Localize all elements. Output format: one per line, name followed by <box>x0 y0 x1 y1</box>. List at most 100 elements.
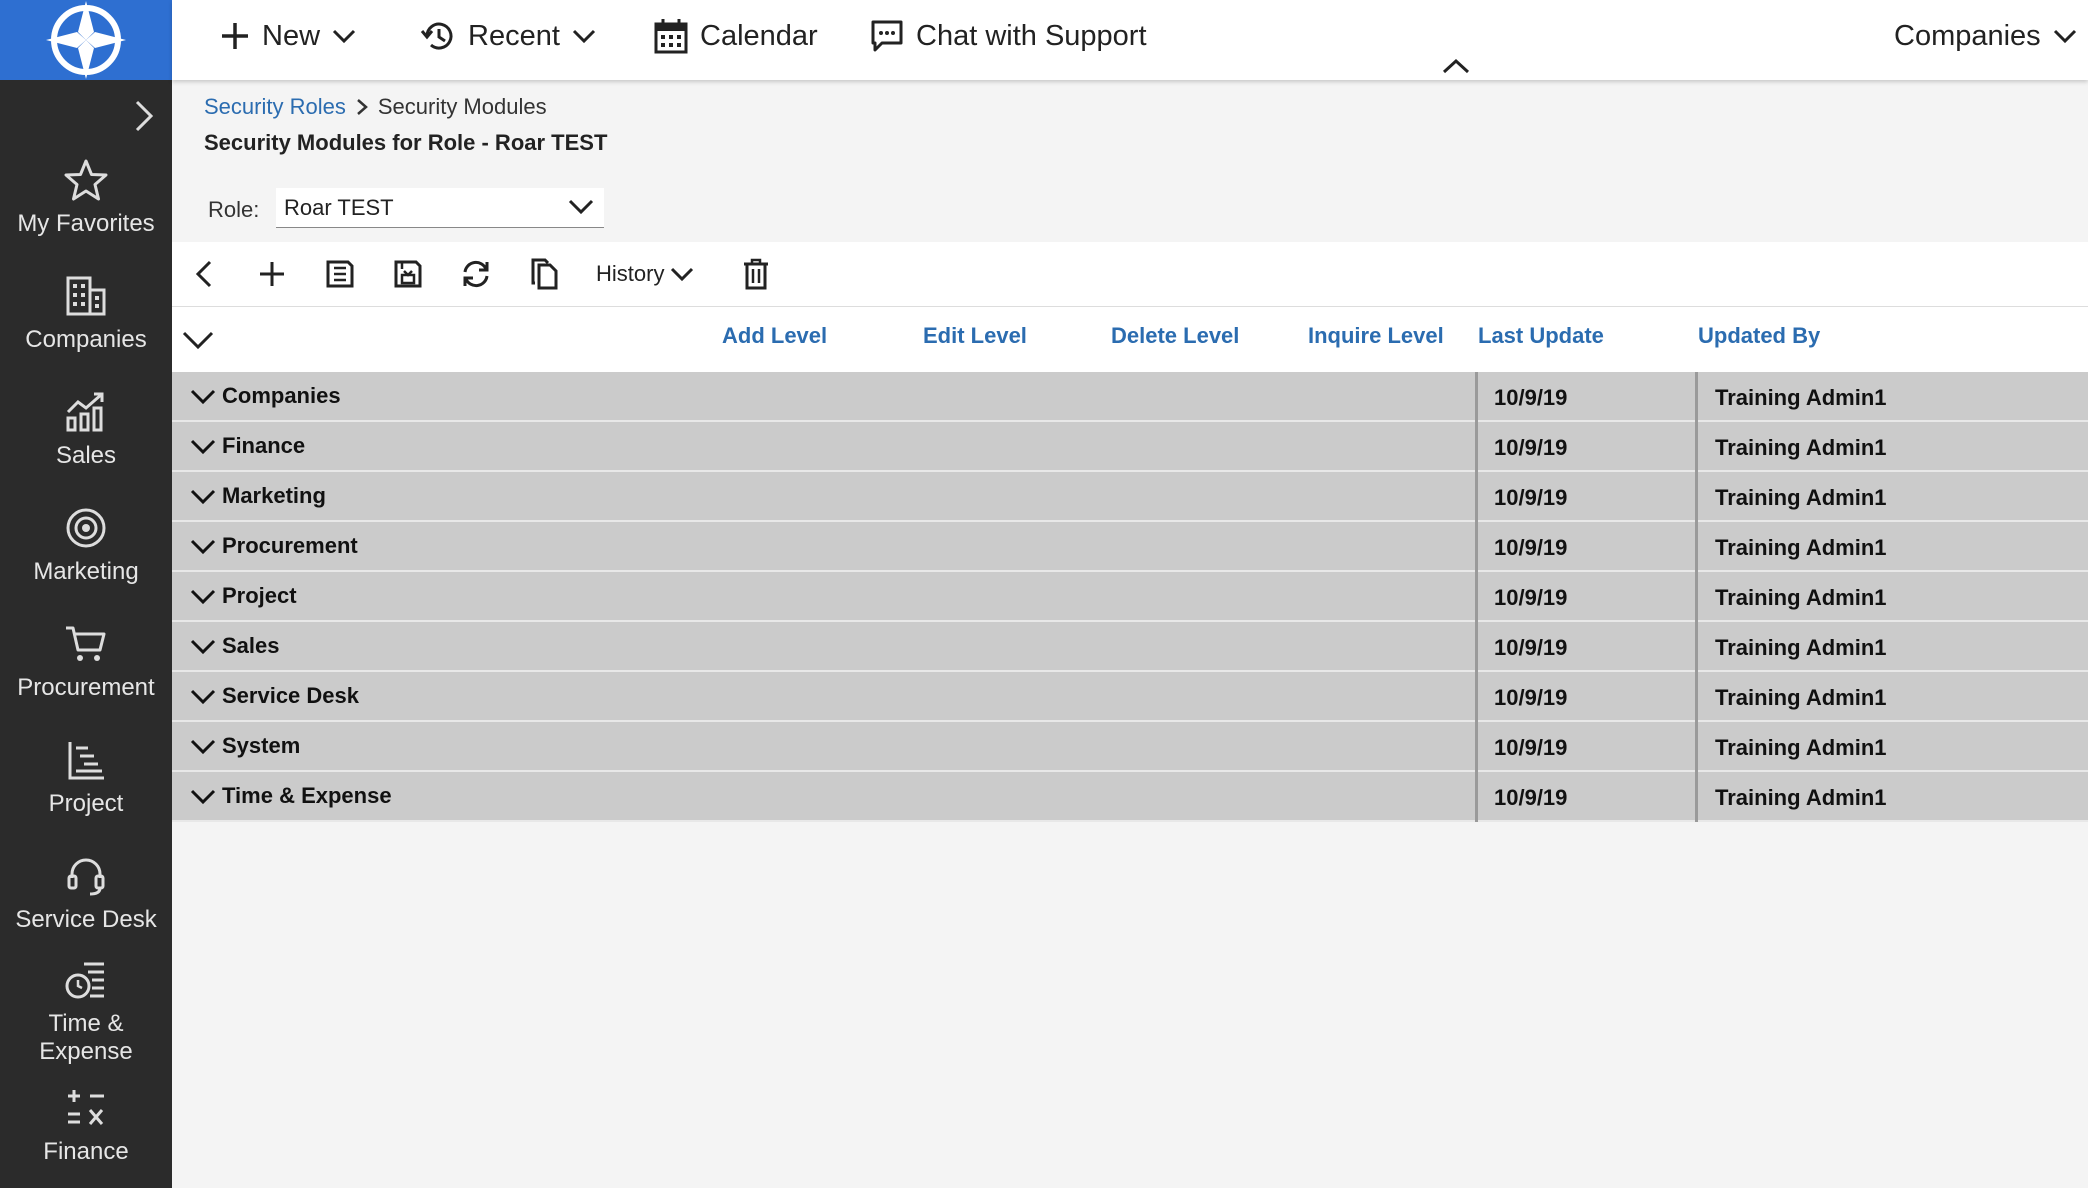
column-divider <box>1695 472 1698 522</box>
table-row[interactable]: Project 10/9/19 Training Admin1 <box>172 572 2088 622</box>
back-button[interactable] <box>186 256 222 292</box>
column-divider <box>1695 672 1698 722</box>
table-row[interactable]: Time & Expense 10/9/19 Training Admin1 <box>172 772 2088 822</box>
table-row[interactable]: Procurement 10/9/19 Training Admin1 <box>172 522 2088 572</box>
compass-logo-icon <box>46 1 126 79</box>
history-clock-icon <box>420 22 453 50</box>
chevron-down-icon[interactable] <box>190 536 216 556</box>
new-menu-button[interactable]: New <box>220 0 356 72</box>
chevron-down-icon[interactable] <box>190 636 216 656</box>
companies-context-menu[interactable]: Companies <box>1894 0 2077 72</box>
history-menu-button[interactable]: History <box>596 256 694 292</box>
column-divider <box>1695 522 1698 572</box>
module-name: Finance <box>222 433 306 458</box>
sidebar-item-finance[interactable]: Finance <box>0 1086 172 1166</box>
sidebar-item-label: Service Desk <box>15 906 157 933</box>
sidebar-item-label: Time & Expense <box>39 1010 133 1065</box>
copy-button[interactable] <box>526 256 562 292</box>
table-row[interactable]: Companies 10/9/19 Training Admin1 <box>172 372 2088 422</box>
updated-by-cell: Training Admin1 <box>1715 685 1887 710</box>
chat-label: Chat with Support <box>916 19 1147 52</box>
column-divider <box>1475 372 1478 422</box>
history-label: History <box>596 261 665 286</box>
column-divider <box>1695 422 1698 472</box>
column-divider <box>1475 572 1478 622</box>
chevron-down-icon[interactable] <box>190 486 216 506</box>
updated-by-cell: Training Admin1 <box>1715 785 1887 810</box>
table-row[interactable]: System 10/9/19 Training Admin1 <box>172 722 2088 772</box>
chat-support-button[interactable]: Chat with Support <box>870 0 1147 72</box>
updated-by-cell: Training Admin1 <box>1715 485 1887 510</box>
module-name: Sales <box>222 633 280 658</box>
column-divider <box>1475 722 1478 772</box>
module-name: Companies <box>222 383 341 408</box>
breadcrumb-security-roles-link[interactable]: Security Roles <box>204 94 346 120</box>
column-divider <box>1475 772 1478 822</box>
save-and-close-button[interactable] <box>390 256 426 292</box>
copy-icon <box>531 258 558 290</box>
time-expense-icon <box>65 962 104 999</box>
sidebar-item-label: Marketing <box>33 558 139 585</box>
chevron-down-icon[interactable] <box>190 736 216 756</box>
table-row[interactable]: Finance 10/9/19 Training Admin1 <box>172 422 2088 472</box>
recent-menu-button[interactable]: Recent <box>420 0 596 72</box>
column-header-edit-level[interactable]: Edit Level <box>923 323 1027 349</box>
refresh-button[interactable] <box>458 256 494 292</box>
calendar-button[interactable]: Calendar <box>654 0 818 72</box>
sidebar-item-companies[interactable]: Companies <box>0 274 172 354</box>
role-select[interactable]: Roar TEST <box>276 188 604 228</box>
sidebar-item-time-expense[interactable]: Time & Expense <box>0 958 172 1066</box>
add-button[interactable] <box>254 256 290 292</box>
breadcrumb: Security Roles Security Modules <box>204 94 547 120</box>
chevron-left-icon <box>195 260 212 288</box>
updated-by-cell: Training Admin1 <box>1715 385 1887 410</box>
chevron-down-icon[interactable] <box>190 586 216 606</box>
table-row[interactable]: Marketing 10/9/19 Training Admin1 <box>172 472 2088 522</box>
column-header-inquire-level[interactable]: Inquire Level <box>1308 323 1444 349</box>
sidebar-item-label: Procurement <box>17 674 155 701</box>
table-row[interactable]: Sales 10/9/19 Training Admin1 <box>172 622 2088 672</box>
last-update-cell: 10/9/19 <box>1494 685 1568 710</box>
chevron-up-icon[interactable] <box>1438 54 1474 78</box>
updated-by-cell: Training Admin1 <box>1715 735 1887 760</box>
delete-button[interactable] <box>738 256 774 292</box>
column-divider <box>1475 422 1478 472</box>
module-name: System <box>222 733 301 758</box>
expand-all-chevron-icon[interactable] <box>180 325 216 355</box>
save-icon <box>326 260 354 288</box>
chevron-down-icon <box>572 29 595 44</box>
column-divider <box>1695 622 1698 672</box>
column-header-delete-level[interactable]: Delete Level <box>1111 323 1239 349</box>
sidebar-item-service-desk[interactable]: Service Desk <box>0 854 172 934</box>
column-header-last-update[interactable]: Last Update <box>1478 323 1604 349</box>
trash-icon <box>744 258 768 290</box>
column-header-updated-by[interactable]: Updated By <box>1698 323 1820 349</box>
sidebar-item-my-favorites[interactable]: My Favorites <box>0 158 172 238</box>
column-divider <box>1695 372 1698 422</box>
app-logo[interactable] <box>0 0 172 80</box>
chevron-right-icon <box>135 100 154 132</box>
chevron-down-icon[interactable] <box>190 686 216 706</box>
column-divider <box>1695 722 1698 772</box>
sidebar-item-label: Companies <box>25 326 147 353</box>
table-row[interactable]: Service Desk 10/9/19 Training Admin1 <box>172 672 2088 722</box>
refresh-icon <box>463 260 489 288</box>
chevron-down-icon <box>568 199 594 215</box>
chevron-down-icon[interactable] <box>190 786 216 806</box>
chevron-down-icon <box>332 29 356 44</box>
chevron-down-icon <box>2053 29 2076 44</box>
calendar-label: Calendar <box>700 19 818 52</box>
sidebar-item-procurement[interactable]: Procurement <box>0 622 172 702</box>
last-update-cell: 10/9/19 <box>1494 785 1568 810</box>
chevron-down-icon[interactable] <box>190 436 216 456</box>
column-header-add-level[interactable]: Add Level <box>722 323 827 349</box>
chevron-down-icon[interactable] <box>190 386 216 406</box>
save-button[interactable] <box>322 256 358 292</box>
sidebar-expand-button[interactable] <box>128 96 160 136</box>
sidebar-item-marketing[interactable]: Marketing <box>0 506 172 586</box>
building-icon <box>66 276 106 316</box>
sidebar-item-label: Project <box>48 790 124 817</box>
sidebar-item-project[interactable]: Project <box>0 738 172 818</box>
module-name: Service Desk <box>222 683 359 708</box>
sidebar-item-sales[interactable]: Sales <box>0 390 172 470</box>
